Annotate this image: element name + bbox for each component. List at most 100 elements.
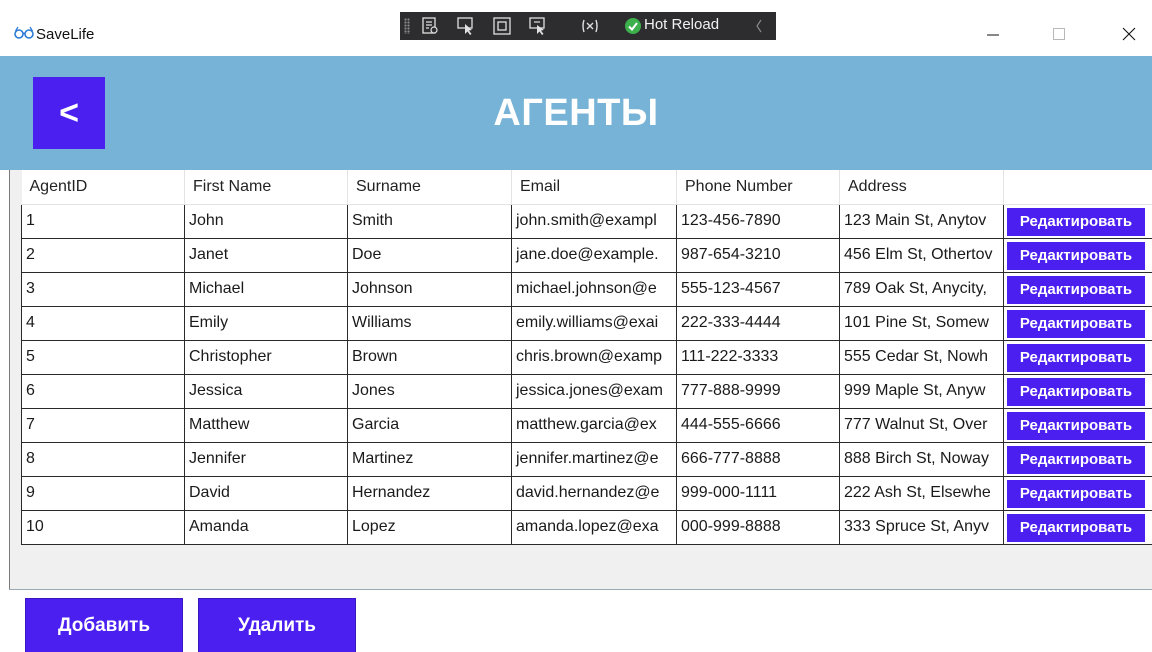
table-row[interactable]: 8 Jennifer Martinez jennifer.martinez@e … [21,441,1152,477]
cell-first-name[interactable]: Christopher [184,339,348,375]
edit-button[interactable]: Редактировать [1007,378,1145,406]
table-row[interactable]: 3 Michael Johnson michael.johnson@e 555-… [21,271,1152,307]
cell-phone[interactable]: 111-222-3333 [676,339,840,375]
cell-agentid[interactable]: 3 [21,271,185,307]
table-row[interactable]: 1 John Smith john.smith@exampl 123-456-7… [21,203,1152,239]
add-button[interactable]: Добавить [25,598,183,652]
cell-surname[interactable]: Williams [347,305,512,341]
cell-surname[interactable]: Johnson [347,271,512,307]
cell-agentid[interactable]: 6 [21,373,185,409]
table-row[interactable]: 2 Janet Doe jane.doe@example. 987-654-32… [21,237,1152,273]
cell-email[interactable]: jennifer.martinez@e [511,441,677,477]
cell-phone[interactable]: 123-456-7890 [676,203,840,239]
cell-first-name[interactable]: Matthew [184,407,348,443]
cell-address[interactable]: 999 Maple St, Anyw [839,373,1004,409]
cell-address[interactable]: 101 Pine St, Somew [839,305,1004,341]
cell-phone[interactable]: 444-555-6666 [676,407,840,443]
cell-first-name[interactable]: Amanda [184,509,348,545]
edit-button[interactable]: Редактировать [1007,208,1145,236]
column-header-address[interactable]: Address [839,170,1004,205]
cell-address[interactable]: 789 Oak St, Anycity, [839,271,1004,307]
cell-agentid[interactable]: 10 [21,509,185,545]
cell-phone[interactable]: 555-123-4567 [676,271,840,307]
cell-agentid[interactable]: 9 [21,475,185,511]
live-visual-tree-icon[interactable] [420,16,440,36]
cell-email[interactable]: emily.williams@exai [511,305,677,341]
select-element-icon[interactable] [456,16,476,36]
cell-surname[interactable]: Martinez [347,441,512,477]
cell-agentid[interactable]: 7 [21,407,185,443]
edit-button[interactable]: Редактировать [1007,514,1145,542]
track-focus-icon[interactable] [528,16,548,36]
cell-address[interactable]: 123 Main St, Anytov [839,203,1004,239]
cell-email[interactable]: amanda.lopez@exa [511,509,677,545]
cell-agentid[interactable]: 8 [21,441,185,477]
cell-phone[interactable]: 666-777-8888 [676,441,840,477]
cell-first-name[interactable]: Jennifer [184,441,348,477]
cell-surname[interactable]: Lopez [347,509,512,545]
cell-email[interactable]: jane.doe@example. [511,237,677,273]
cell-first-name[interactable]: Janet [184,237,348,273]
cell-surname[interactable]: Smith [347,203,512,239]
column-header-phone-number[interactable]: Phone Number [676,170,840,205]
edit-button[interactable]: Редактировать [1007,412,1145,440]
cell-first-name[interactable]: Emily [184,305,348,341]
cell-first-name[interactable]: David [184,475,348,511]
table-row[interactable]: 7 Matthew Garcia matthew.garcia@ex 444-5… [21,407,1152,443]
table-row[interactable]: 4 Emily Williams emily.williams@exai 222… [21,305,1152,341]
cell-phone[interactable]: 777-888-9999 [676,373,840,409]
delete-button[interactable]: Удалить [198,598,356,652]
cell-surname[interactable]: Doe [347,237,512,273]
close-icon[interactable] [1106,16,1152,52]
column-header-first-name[interactable]: First Name [184,170,348,205]
cell-agentid[interactable]: 4 [21,305,185,341]
cell-email[interactable]: matthew.garcia@ex [511,407,677,443]
maximize-icon[interactable] [1036,16,1082,52]
edit-button[interactable]: Редактировать [1007,310,1145,338]
table-row[interactable]: 6 Jessica Jones jessica.jones@exam 777-8… [21,373,1152,409]
cell-address[interactable]: 555 Cedar St, Nowh [839,339,1004,375]
table-row[interactable]: 9 David Hernandez david.hernandez@e 999-… [21,475,1152,511]
edit-button[interactable]: Редактировать [1007,242,1145,270]
cell-surname[interactable]: Garcia [347,407,512,443]
cell-address[interactable]: 888 Birch St, Noway [839,441,1004,477]
table-row[interactable]: 5 Christopher Brown chris.brown@examp 11… [21,339,1152,375]
cell-agentid[interactable]: 1 [21,203,185,239]
edit-button[interactable]: Редактировать [1007,344,1145,372]
column-header-agentid[interactable]: AgentID [21,170,185,205]
display-adorners-icon[interactable] [492,16,512,36]
column-header-surname[interactable]: Surname [347,170,512,205]
hot-reload-label[interactable]: Hot Reload [644,16,719,33]
cell-phone[interactable]: 987-654-3210 [676,237,840,273]
cell-phone[interactable]: 000-999-8888 [676,509,840,545]
cell-agentid[interactable]: 2 [21,237,185,273]
cell-email[interactable]: chris.brown@examp [511,339,677,375]
edit-button[interactable]: Редактировать [1007,276,1145,304]
binding-failures-icon[interactable] [580,16,600,36]
cell-first-name[interactable]: Michael [184,271,348,307]
back-button[interactable]: < [33,77,105,149]
table-row[interactable]: 10 Amanda Lopez amanda.lopez@exa 000-999… [21,509,1152,545]
toolbar-grip-icon[interactable] [404,18,410,34]
cell-address[interactable]: 222 Ash St, Elsewhe [839,475,1004,511]
chevron-left-icon[interactable] [755,18,763,34]
cell-email[interactable]: michael.johnson@e [511,271,677,307]
edit-button[interactable]: Редактировать [1007,446,1145,474]
cell-first-name[interactable]: John [184,203,348,239]
cell-agentid[interactable]: 5 [21,339,185,375]
cell-email[interactable]: david.hernandez@e [511,475,677,511]
cell-address[interactable]: 456 Elm St, Othertov [839,237,1004,273]
cell-surname[interactable]: Brown [347,339,512,375]
cell-address[interactable]: 333 Spruce St, Anyv [839,509,1004,545]
cell-surname[interactable]: Jones [347,373,512,409]
cell-surname[interactable]: Hernandez [347,475,512,511]
cell-email[interactable]: jessica.jones@exam [511,373,677,409]
hot-reload-check-icon[interactable] [624,17,642,35]
cell-phone[interactable]: 999-000-1111 [676,475,840,511]
edit-button[interactable]: Редактировать [1007,480,1145,508]
minimize-icon[interactable] [970,16,1016,52]
cell-phone[interactable]: 222-333-4444 [676,305,840,341]
cell-email[interactable]: john.smith@exampl [511,203,677,239]
column-header-email[interactable]: Email [511,170,677,205]
cell-address[interactable]: 777 Walnut St, Over [839,407,1004,443]
